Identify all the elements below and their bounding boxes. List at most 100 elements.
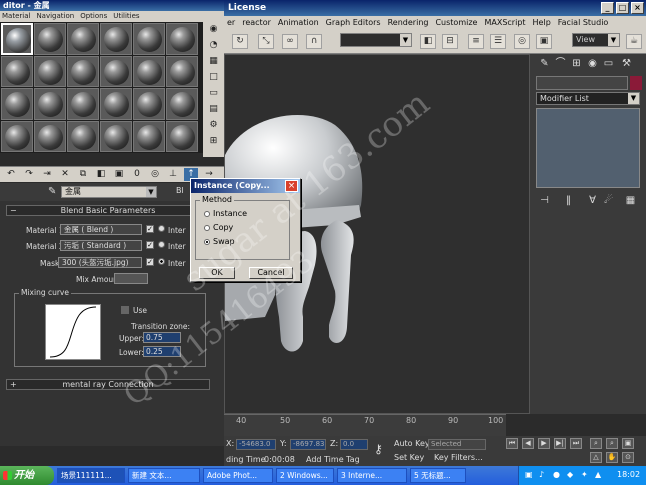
play-icon[interactable]: ▶ (538, 438, 550, 449)
go-to-end-icon[interactable]: ⏭ (570, 438, 582, 449)
sample-slot[interactable] (133, 55, 165, 87)
show-end-result-icon[interactable]: ‖ (562, 194, 575, 207)
sample-slot[interactable] (34, 55, 66, 87)
configure-sets-icon[interactable]: ▦ (624, 194, 637, 207)
tray-app-icon[interactable]: ▲ (595, 470, 601, 479)
create-tab-icon[interactable]: ✎ (538, 57, 551, 70)
tray-clock[interactable]: 18:02 (617, 470, 640, 479)
sample-slot[interactable] (100, 120, 132, 152)
material-name-field[interactable]: 金属 ▼ (61, 186, 157, 198)
layer-icon[interactable]: ≡ (468, 34, 484, 49)
select-rotate-icon[interactable]: ↻ (232, 34, 248, 49)
menu-item-material[interactable]: Material (2, 11, 30, 22)
menu-item-customize[interactable]: Customize (435, 18, 477, 28)
menu-item-graph-editors[interactable]: Graph Editors (326, 18, 381, 28)
show-map-in-viewport-icon[interactable]: ◎ (148, 168, 162, 181)
set-key-button[interactable]: Set Key (394, 453, 424, 462)
mix-amount-spinner[interactable] (114, 273, 148, 284)
sample-slot[interactable] (133, 23, 165, 55)
pan-icon[interactable]: ✋ (606, 452, 618, 463)
sample-slot[interactable] (1, 88, 33, 120)
options-icon[interactable]: ⚙ (206, 120, 221, 133)
sample-slot[interactable] (34, 88, 66, 120)
sample-slot[interactable] (100, 55, 132, 87)
zoom-icon[interactable]: ⌕ (590, 438, 602, 449)
pin-stack-icon[interactable]: ⊣ (538, 194, 551, 207)
make-copy-icon[interactable]: ⧉ (76, 168, 90, 181)
mask-interactive-radio[interactable] (158, 258, 165, 265)
add-time-tag-button[interactable]: Add Time Tag (306, 455, 360, 464)
menu-item-reactor[interactable]: reactor (242, 18, 271, 28)
task-photoshop[interactable]: Adobe Phot... (203, 468, 273, 483)
hierarchy-tab-icon[interactable]: ⊞ (570, 57, 583, 70)
motion-tab-icon[interactable]: ◉ (586, 57, 599, 70)
menu-item-rendering[interactable]: Rendering (388, 18, 429, 28)
menu-item-facial-studio[interactable]: Facial Studio (558, 18, 609, 28)
put-to-library-icon[interactable]: ▣ (112, 168, 126, 181)
video-color-check-icon[interactable]: ▭ (206, 88, 221, 101)
mirror-icon[interactable]: ◧ (420, 34, 436, 49)
select-link-icon[interactable]: ∞ (282, 34, 298, 49)
modify-tab-icon[interactable]: ⌒ (554, 57, 567, 70)
show-end-result-icon[interactable]: ⊥ (166, 168, 180, 181)
sample-slot[interactable] (133, 88, 165, 120)
sample-slot[interactable] (67, 120, 99, 152)
next-frame-icon[interactable]: ▶| (554, 438, 566, 449)
sample-slot[interactable] (67, 55, 99, 87)
backlight-icon[interactable]: ◔ (206, 40, 221, 53)
zoom-all-icon[interactable]: ⌕ (606, 438, 618, 449)
sample-slot[interactable] (166, 88, 198, 120)
sample-type-icon[interactable]: ◉ (206, 24, 221, 37)
material2-checkbox[interactable]: ✓ (146, 241, 154, 249)
sample-slot[interactable] (166, 120, 198, 152)
menu-item-maxscript[interactable]: MAXScript (484, 18, 525, 28)
scale-icon[interactable]: ⤡ (258, 34, 274, 49)
tray-ime-icon[interactable]: ✦ (581, 470, 588, 479)
sample-slot[interactable] (1, 55, 33, 87)
quick-render-icon[interactable]: ☕ (626, 34, 642, 49)
modifier-stack[interactable] (536, 108, 640, 188)
reset-map-icon[interactable]: ✕ (58, 168, 72, 181)
auto-key-button[interactable]: Auto Key (394, 439, 430, 448)
make-unique-icon[interactable]: ∀ (586, 194, 599, 207)
remove-modifier-icon[interactable]: ☄ (602, 194, 615, 207)
close-button[interactable]: × (631, 2, 644, 14)
curve-editor-icon[interactable]: ☰ (490, 34, 506, 49)
object-color-swatch[interactable] (630, 76, 642, 90)
sample-slot[interactable] (100, 88, 132, 120)
sample-slot[interactable] (1, 120, 33, 152)
eyedropper-icon[interactable]: ✎ (48, 186, 58, 198)
align-icon[interactable]: ⊟ (442, 34, 458, 49)
mask-checkbox[interactable]: ✓ (146, 258, 154, 266)
material-effects-channel-icon[interactable]: 0 (130, 168, 144, 181)
material2-button[interactable]: 污垢 ( Standard ) (60, 240, 142, 251)
task-notepad[interactable]: 新建 文本... (128, 468, 200, 483)
render-view-dropdown[interactable]: View ▼ (572, 33, 620, 47)
menu-item-animation[interactable]: Animation (278, 18, 319, 28)
utilities-tab-icon[interactable]: ⚒ (620, 57, 633, 70)
material1-button[interactable]: 金属 ( Blend ) (60, 224, 142, 235)
get-material-icon[interactable]: ↶ (4, 168, 18, 181)
material-type-button[interactable]: Bl (176, 186, 184, 195)
task-windows[interactable]: 2 Windows... (276, 468, 334, 483)
tray-volume-icon[interactable]: ♪ (539, 470, 544, 479)
go-to-start-icon[interactable]: ⏮ (506, 438, 518, 449)
put-to-scene-icon[interactable]: ↷ (22, 168, 36, 181)
material-editor-icon[interactable]: ◎ (514, 34, 530, 49)
rollout-blend-basic-parameters[interactable]: − Blend Basic Parameters (6, 205, 210, 216)
sample-slot[interactable] (133, 120, 165, 152)
material1-checkbox[interactable]: ✓ (146, 225, 154, 233)
menu-item-navigation[interactable]: Navigation (36, 11, 74, 22)
selection-dropdown[interactable]: Selected (428, 439, 486, 450)
sample-slot[interactable] (166, 55, 198, 87)
background-icon[interactable]: ▦ (206, 56, 221, 69)
sample-slot[interactable] (100, 23, 132, 55)
arc-rotate-icon[interactable]: ⊙ (622, 452, 634, 463)
menu-item-options[interactable]: Options (80, 11, 107, 22)
object-name-field[interactable] (536, 76, 628, 90)
tray-network-icon[interactable]: ▣ (525, 470, 533, 479)
z-coordinate-field[interactable]: 0.0 (340, 439, 368, 450)
snap-icon[interactable]: ∩ (306, 34, 322, 49)
zoom-extents-icon[interactable]: ▣ (622, 438, 634, 449)
make-preview-icon[interactable]: ▤ (206, 104, 221, 117)
